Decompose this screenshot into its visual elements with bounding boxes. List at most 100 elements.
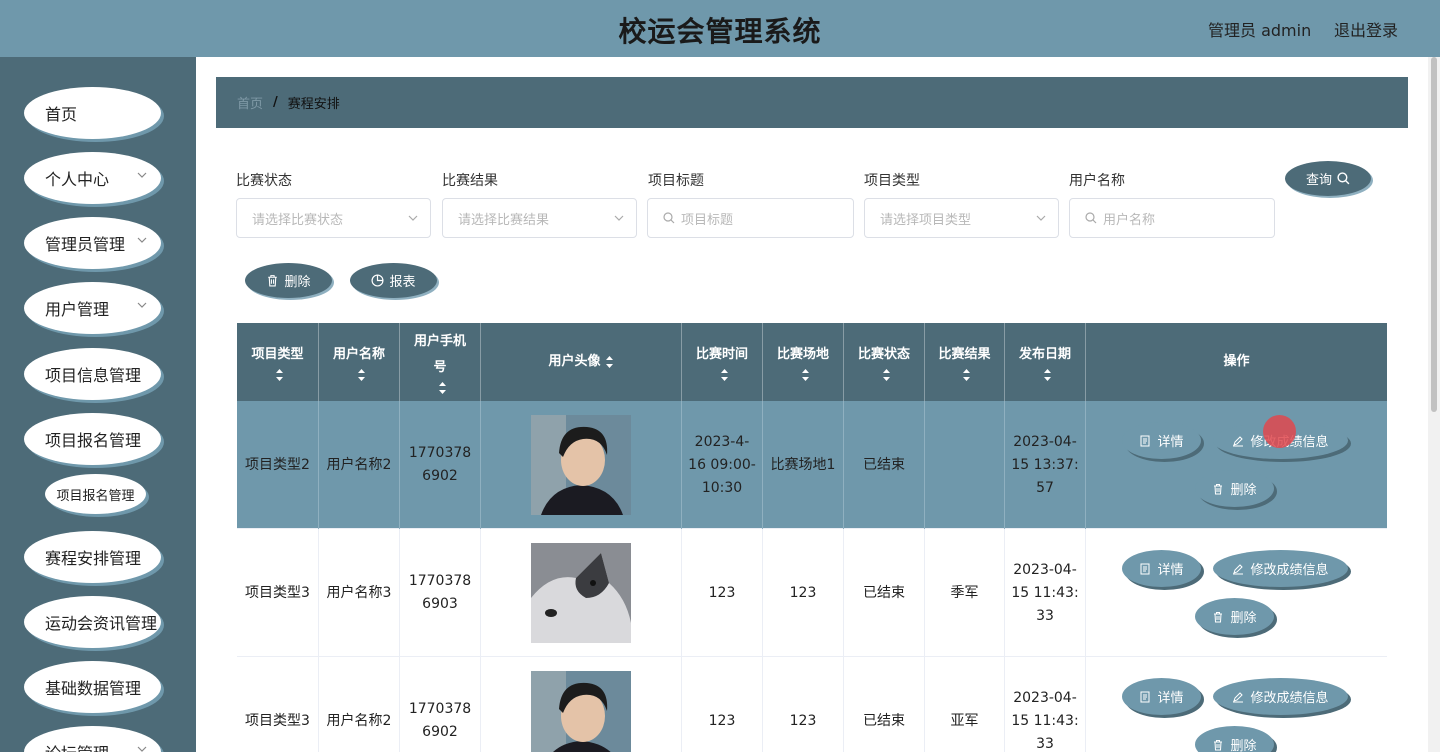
report-button-label: 报表 (389, 275, 416, 290)
cell-date: 2023-04-15 13:37:57 (1005, 401, 1086, 529)
query-button[interactable]: 查询 (1285, 161, 1371, 196)
breadcrumb-home[interactable]: 首页 (237, 93, 263, 112)
th-avatar[interactable]: 用户头像 (481, 323, 682, 401)
th-type[interactable]: 项目类型 (237, 323, 319, 401)
page-scrollbar[interactable] (1428, 57, 1440, 752)
filter-status-select[interactable]: 请选择比赛状态 (236, 198, 431, 238)
cell-status: 已结束 (844, 401, 925, 529)
top-header: 校运会管理系统 管理员 admin 退出登录 (0, 0, 1440, 57)
detail-button[interactable]: 详情 (1122, 678, 1201, 715)
th-status[interactable]: 比赛状态 (844, 323, 925, 401)
sort-icon (438, 382, 446, 394)
sidebar-item-schedule[interactable]: 赛程安排管理 (24, 531, 161, 583)
th-actions: 操作 (1223, 354, 1250, 369)
chevron-down-icon (137, 746, 147, 752)
chevron-down-icon (137, 172, 147, 178)
sidebar-item-label: 项目报名管理 (45, 431, 142, 450)
click-indicator (1263, 415, 1296, 448)
filter-username-input[interactable]: 用户名称 (1069, 198, 1275, 238)
sidebar-item-forum[interactable]: 论坛管理 (24, 726, 161, 752)
filter-status-placeholder: 请选择比赛状态 (252, 212, 344, 228)
sort-icon (1043, 369, 1051, 381)
detail-button[interactable]: 详情 (1122, 550, 1201, 587)
main-content: 首页 / 赛程安排 比赛状态 请选择比赛状态 比赛结果 请选择比赛结果 项目标题… (196, 57, 1428, 752)
avatar[interactable] (531, 543, 631, 643)
sidebar-subitem-label: 项目报名管理 (56, 488, 135, 504)
row-delete-button[interactable]: 删除 (1195, 598, 1274, 635)
sidebar-item-project-info[interactable]: 项目信息管理 (24, 348, 161, 400)
sort-icon (357, 369, 365, 381)
chevron-down-icon (137, 237, 147, 243)
sort-icon (801, 369, 809, 381)
cell-venue: 123 (763, 529, 844, 657)
sidebar: 首页 个人中心 管理员管理 用户管理 项目信息管理 项目报名管理 项目报名管理 … (0, 57, 196, 752)
sort-icon (276, 369, 283, 381)
breadcrumb-current: 赛程安排 (287, 97, 340, 112)
cell-date: 2023-04-15 11:43:33 (1005, 657, 1086, 752)
sidebar-item-basic-data[interactable]: 基础数据管理 (24, 661, 161, 713)
th-date[interactable]: 发布日期 (1005, 323, 1086, 401)
filter-type-select[interactable]: 请选择项目类型 (864, 198, 1059, 238)
th-phone[interactable]: 用户手机号 (400, 323, 481, 401)
sidebar-item-news[interactable]: 运动会资讯管理 (24, 596, 161, 648)
filter-status-label: 比赛状态 (236, 173, 292, 189)
avatar[interactable] (531, 415, 631, 515)
filter-username-label: 用户名称 (1069, 173, 1125, 189)
cell-actions (1086, 401, 1387, 529)
sort-icon (882, 369, 890, 381)
sort-icon (963, 369, 970, 381)
th-username[interactable]: 用户名称 (319, 323, 400, 401)
trash-icon (268, 275, 278, 287)
cell-result: 亚军 (925, 657, 1005, 752)
cell-avatar (481, 657, 682, 752)
edit-icon (1233, 691, 1244, 702)
logout-link[interactable]: 退出登录 (1334, 17, 1398, 41)
cell-type: 项目类型3 (237, 657, 319, 752)
filter-result-select[interactable]: 请选择比赛结果 (442, 198, 637, 238)
cell-type: 项目类型3 (237, 529, 319, 657)
sidebar-item-label: 用户管理 (45, 300, 110, 319)
edit-score-button[interactable]: 修改成绩信息 (1213, 550, 1348, 587)
sidebar-item-label: 个人中心 (45, 170, 110, 189)
table-header: 项目类型 用户名称 用户手机号 用户头像 比赛时间 比赛场地 比赛状态 比赛结果… (237, 323, 1387, 401)
edit-icon (1233, 563, 1244, 574)
trash-icon (1214, 483, 1223, 494)
sidebar-item-profile[interactable]: 个人中心 (24, 152, 161, 204)
detail-button[interactable]: 详情 (1122, 422, 1201, 459)
cell-username: 用户名称3 (319, 529, 400, 657)
th-time[interactable]: 比赛时间 (682, 323, 763, 401)
sidebar-item-label: 基础数据管理 (45, 679, 142, 698)
table-row[interactable]: 项目类型3 用户名称2 17703786902 123 123 已结束 亚军 2… (237, 657, 1387, 752)
sidebar-item-home[interactable]: 首页 (24, 87, 161, 139)
delete-button[interactable]: 删除 (245, 263, 332, 298)
row-delete-button[interactable]: 删除 (1195, 470, 1274, 507)
cell-time: 123 (682, 529, 763, 657)
th-result[interactable]: 比赛结果 (925, 323, 1005, 401)
scrollbar-thumb[interactable] (1431, 57, 1437, 412)
sidebar-item-label: 赛程安排管理 (45, 549, 142, 568)
cell-avatar (481, 529, 682, 657)
table-row[interactable]: 项目类型3 用户名称3 17703786903 123 123 已结束 季军 2… (237, 529, 1387, 657)
sidebar-item-project-signup[interactable]: 项目报名管理 (24, 413, 161, 465)
table-row[interactable]: 项目类型2 用户名称2 17703786902 2023-4-16 09:00-… (237, 401, 1387, 529)
sidebar-item-admin[interactable]: 管理员管理 (24, 217, 161, 269)
cell-username: 用户名称2 (319, 657, 400, 752)
sidebar-item-users[interactable]: 用户管理 (24, 282, 161, 334)
avatar[interactable] (531, 671, 631, 752)
edit-score-button[interactable]: 修改成绩信息 (1213, 678, 1348, 715)
report-button[interactable]: 报表 (350, 263, 437, 298)
document-icon (1140, 691, 1150, 702)
cell-result (925, 401, 1005, 529)
trash-icon (1214, 739, 1223, 750)
sort-icon (605, 356, 613, 368)
filter-username-placeholder: 用户名称 (1103, 212, 1156, 228)
cell-username: 用户名称2 (319, 401, 400, 529)
search-icon (1337, 172, 1350, 185)
sidebar-subitem-project-signup[interactable]: 项目报名管理 (45, 474, 146, 514)
breadcrumb-separator: / (273, 95, 278, 110)
cell-time: 123 (682, 657, 763, 752)
edit-icon (1233, 435, 1244, 446)
filter-title-input[interactable]: 项目标题 (647, 198, 854, 238)
th-venue[interactable]: 比赛场地 (763, 323, 844, 401)
cell-result: 季军 (925, 529, 1005, 657)
